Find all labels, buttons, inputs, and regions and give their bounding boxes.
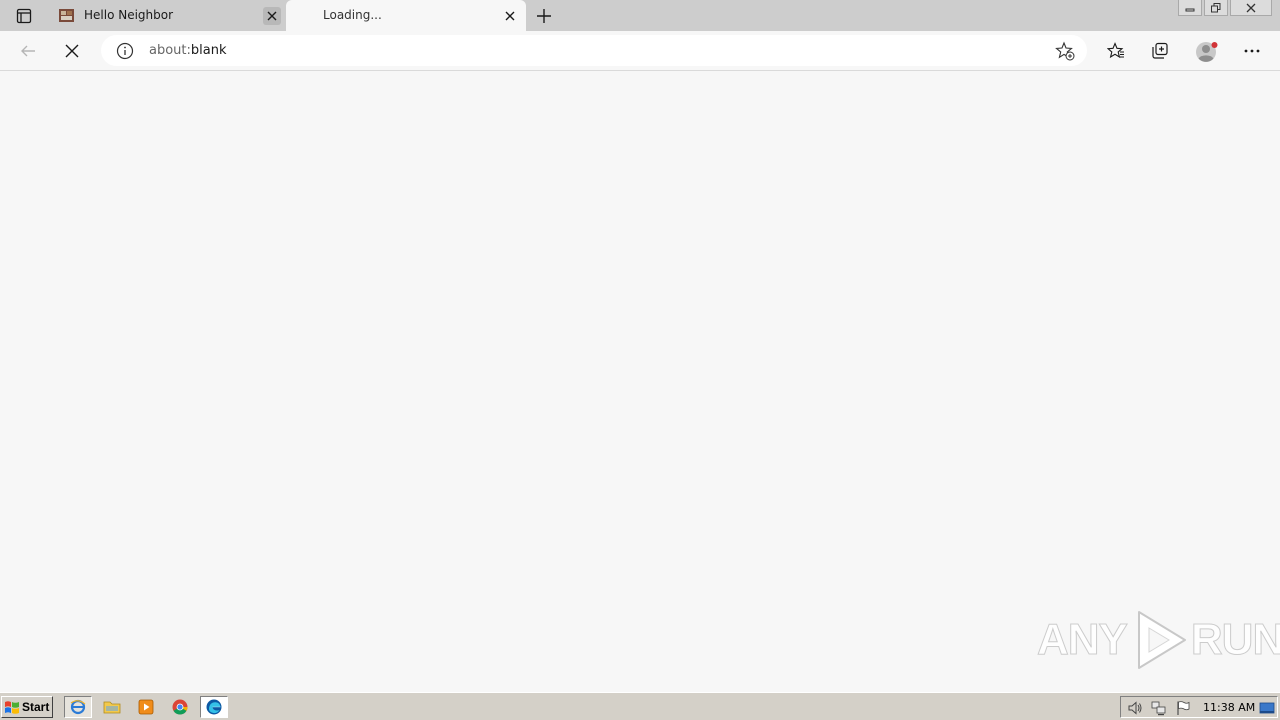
tab-loading[interactable]: Loading...	[286, 0, 526, 31]
tab-close-button[interactable]	[263, 7, 281, 25]
action-center-flag-icon[interactable]	[1175, 700, 1191, 716]
start-button[interactable]: Start	[1, 696, 53, 718]
stop-loading-button[interactable]	[58, 37, 86, 65]
watermark-text-right: RUN	[1190, 615, 1280, 665]
address-text[interactable]: about:blank	[149, 43, 227, 58]
system-tray: 11:38 AM	[1120, 696, 1278, 718]
favorites-button[interactable]	[1102, 37, 1130, 65]
show-desktop-icon[interactable]	[1259, 700, 1275, 716]
close-icon	[267, 11, 277, 21]
anyrun-watermark: ANY RUN	[1037, 608, 1280, 672]
tab-actions-icon	[16, 8, 32, 24]
minimize-button[interactable]	[1178, 0, 1202, 16]
tab-strip: Hello Neighbor Loading...	[0, 0, 1280, 31]
edge-icon	[206, 699, 222, 715]
window-close-button[interactable]	[1230, 0, 1272, 16]
back-button[interactable]	[14, 37, 42, 65]
tab-actions-button[interactable]	[8, 5, 40, 27]
taskbar-chrome[interactable]	[166, 696, 194, 718]
tab-close-button[interactable]	[501, 7, 519, 25]
close-icon	[505, 11, 515, 21]
collections-icon	[1152, 42, 1168, 59]
tab-title: Loading...	[323, 8, 382, 22]
new-tab-button[interactable]	[533, 5, 555, 27]
info-icon[interactable]	[116, 42, 134, 60]
taskbar: Start 11:38 AM	[0, 692, 1280, 720]
play-logo-icon	[1137, 611, 1186, 669]
windows-logo-icon	[5, 700, 19, 714]
game-favicon-icon	[59, 9, 74, 22]
plus-icon	[537, 9, 551, 23]
close-icon	[65, 44, 79, 58]
address-path: blank	[190, 43, 227, 58]
minimize-icon	[1185, 8, 1195, 11]
address-bar[interactable]: about:blank	[101, 35, 1087, 66]
taskbar-clock[interactable]: 11:38 AM	[1203, 701, 1255, 714]
settings-more-button[interactable]	[1238, 37, 1266, 65]
restore-icon	[1211, 2, 1221, 12]
taskbar-file-explorer[interactable]	[98, 696, 126, 718]
arrow-left-icon	[21, 45, 35, 57]
close-icon	[1246, 3, 1256, 12]
folder-icon	[103, 701, 121, 714]
address-scheme: about:	[149, 43, 191, 58]
tab-title: Hello Neighbor	[84, 8, 174, 22]
profile-avatar-icon[interactable]	[1195, 40, 1219, 64]
internet-explorer-icon	[70, 699, 86, 715]
chrome-icon	[172, 699, 188, 715]
window-controls	[1176, 0, 1272, 18]
watermark-text-left: ANY	[1037, 615, 1129, 665]
add-favorite-icon[interactable]	[1055, 41, 1075, 61]
more-horizontal-icon	[1244, 49, 1260, 53]
network-icon[interactable]	[1151, 700, 1167, 716]
volume-icon[interactable]	[1127, 700, 1143, 716]
favorites-star-icon	[1107, 42, 1124, 59]
start-label: Start	[22, 700, 50, 714]
tab-hello-neighbor[interactable]: Hello Neighbor	[47, 0, 285, 31]
browser-toolbar: about:blank	[0, 31, 1280, 71]
taskbar-edge[interactable]	[200, 696, 228, 718]
page-content	[0, 71, 1280, 692]
media-player-icon	[138, 699, 154, 715]
taskbar-internet-explorer[interactable]	[64, 696, 92, 718]
taskbar-media-player[interactable]	[132, 696, 160, 718]
collections-button[interactable]	[1146, 37, 1174, 65]
restore-button[interactable]	[1204, 0, 1228, 16]
